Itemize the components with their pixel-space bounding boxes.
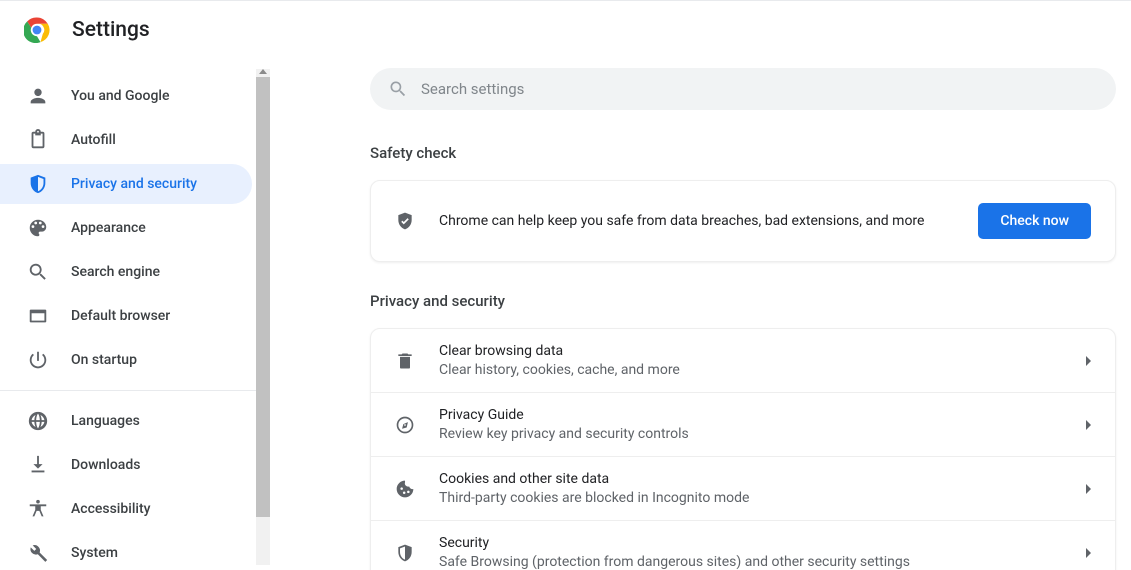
power-icon: [27, 349, 49, 371]
privacy-security-card: Clear browsing data Clear history, cooki…: [370, 328, 1116, 570]
trash-icon: [395, 351, 415, 371]
sidebar-item-label: Accessibility: [71, 501, 150, 517]
sidebar-item-default-browser[interactable]: Default browser: [0, 296, 256, 336]
shield-icon: [27, 173, 49, 195]
scrollbar-thumb[interactable]: [256, 77, 270, 517]
sidebar-item-autofill[interactable]: Autofill: [0, 120, 256, 160]
sidebar-item-system[interactable]: System: [0, 533, 256, 570]
chevron-right-icon: [1086, 484, 1091, 494]
row-desc: Review key privacy and security controls: [439, 426, 1086, 442]
sidebar-item-label: Downloads: [71, 457, 140, 473]
sidebar-item-accessibility[interactable]: Accessibility: [0, 489, 256, 529]
sidebar-item-label: Search engine: [71, 264, 160, 280]
search-icon: [388, 79, 408, 99]
chevron-right-icon: [1086, 356, 1091, 366]
row-clear-browsing-data[interactable]: Clear browsing data Clear history, cooki…: [371, 329, 1115, 392]
sidebar: You and Google Autofill Privacy and secu…: [0, 58, 256, 570]
sidebar-item-label: You and Google: [71, 88, 169, 104]
accessibility-icon: [27, 498, 49, 520]
row-security[interactable]: Security Safe Browsing (protection from …: [371, 520, 1115, 570]
sidebar-item-label: Languages: [71, 413, 140, 429]
sidebar-item-languages[interactable]: Languages: [0, 401, 256, 441]
sidebar-item-search-engine[interactable]: Search engine: [0, 252, 256, 292]
sidebar-item-on-startup[interactable]: On startup: [0, 340, 256, 380]
sidebar-item-appearance[interactable]: Appearance: [0, 208, 256, 248]
sidebar-item-label: System: [71, 545, 118, 561]
header-bar: Settings: [0, 0, 1131, 58]
search-input[interactable]: [370, 68, 1116, 110]
safety-check-card: Chrome can help keep you safe from data …: [370, 180, 1116, 262]
page-title: Settings: [72, 18, 150, 42]
safety-check-heading: Safety check: [370, 144, 1116, 162]
sidebar-item-you-and-google[interactable]: You and Google: [0, 76, 256, 116]
search-icon: [27, 261, 49, 283]
row-title: Cookies and other site data: [439, 471, 1086, 487]
scrollbar[interactable]: [256, 69, 270, 565]
sidebar-item-downloads[interactable]: Downloads: [0, 445, 256, 485]
row-desc: Safe Browsing (protection from dangerous…: [439, 554, 1086, 570]
main-content: Safety check Chrome can help keep you sa…: [270, 58, 1131, 570]
sidebar-item-label: Default browser: [71, 308, 170, 324]
clipboard-icon: [27, 129, 49, 151]
sidebar-item-privacy-and-security[interactable]: Privacy and security: [0, 164, 252, 204]
compass-icon: [395, 415, 415, 435]
row-title: Privacy Guide: [439, 407, 1086, 423]
row-privacy-guide[interactable]: Privacy Guide Review key privacy and sec…: [371, 392, 1115, 456]
chrome-logo-icon: [24, 17, 50, 43]
shield-check-icon: [395, 211, 415, 231]
sidebar-item-label: Appearance: [71, 220, 146, 236]
check-now-button[interactable]: Check now: [978, 203, 1091, 239]
palette-icon: [27, 217, 49, 239]
row-cookies[interactable]: Cookies and other site data Third-party …: [371, 456, 1115, 520]
download-icon: [27, 454, 49, 476]
row-title: Security: [439, 535, 1086, 551]
row-title: Clear browsing data: [439, 343, 1086, 359]
safety-check-text: Chrome can help keep you safe from data …: [439, 213, 978, 229]
sidebar-divider: [0, 390, 256, 391]
row-desc: Third-party cookies are blocked in Incog…: [439, 490, 1086, 506]
globe-icon: [27, 410, 49, 432]
privacy-security-heading: Privacy and security: [370, 292, 1116, 310]
chevron-right-icon: [1086, 548, 1091, 558]
person-icon: [27, 85, 49, 107]
sidebar-item-label: Privacy and security: [71, 176, 197, 192]
browser-icon: [27, 305, 49, 327]
sidebar-item-label: On startup: [71, 352, 137, 368]
cookie-icon: [395, 479, 415, 499]
shield-half-icon: [395, 543, 415, 563]
chevron-right-icon: [1086, 420, 1091, 430]
wrench-icon: [27, 542, 49, 564]
scroll-up-icon: [259, 69, 267, 74]
row-desc: Clear history, cookies, cache, and more: [439, 362, 1086, 378]
sidebar-item-label: Autofill: [71, 132, 116, 148]
